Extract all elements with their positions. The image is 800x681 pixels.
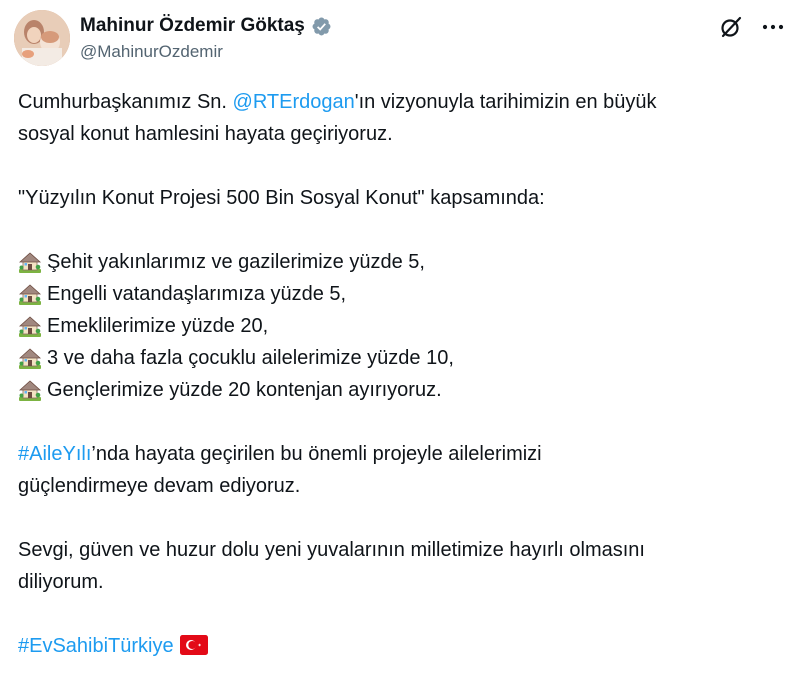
house-with-garden-icon	[18, 282, 42, 306]
author-name-row[interactable]: Mahinur Özdemir Göktaş	[80, 14, 332, 38]
paragraph-family-year: #AileYılı’nda hayata geçirilen bu önemli…	[18, 438, 788, 502]
intro-text-end: 'ın vizyonuyla tarihimizin en büyük	[354, 91, 657, 113]
list-item-text: Emeklilerimize yüzde 20,	[47, 315, 269, 337]
turkey-flag-icon	[179, 633, 208, 655]
family-year-text: ’nda hayata geçirilen bu önemli projeyle…	[91, 443, 542, 465]
list-item: Şehit yakınlarımız ve gazilerimize yüzde…	[18, 246, 788, 278]
grok-icon[interactable]	[718, 14, 744, 40]
wishes-text-line1: Sevgi, güven ve huzur dolu yeni yuvaları…	[18, 539, 645, 561]
list-item-text: Engelli vatandaşlarımıza yüzde 5,	[47, 283, 347, 305]
list-item: Gençlerimize yüzde 20 kontenjan ayırıyor…	[18, 374, 788, 406]
header-actions	[718, 14, 786, 40]
hashtag-aile-yili[interactable]: #AileYılı	[18, 443, 91, 465]
author-info: Mahinur Özdemir Göktaş @MahinurOzdemir	[80, 14, 332, 64]
author-handle[interactable]: @MahinurOzdemir	[80, 40, 332, 64]
avatar[interactable]	[14, 10, 70, 66]
paragraph-wishes: Sevgi, güven ve huzur dolu yeni yuvaları…	[18, 534, 788, 598]
list-item: 3 ve daha fazla çocuklu ailelerimize yüz…	[18, 342, 788, 374]
family-year-text-line2: güçlendirmeye devam ediyoruz.	[18, 475, 301, 497]
paragraph-scope: "Yüzyılın Konut Projesi 500 Bin Sosyal K…	[18, 187, 545, 209]
wishes-text-line2: diliyorum.	[18, 571, 104, 593]
tweet-header: Mahinur Özdemir Göktaş @MahinurOzdemir	[14, 10, 786, 70]
more-options-icon[interactable]	[760, 14, 786, 40]
list-item-text: Şehit yakınlarımız ve gazilerimize yüzde…	[47, 251, 425, 273]
list-item: Emeklilerimize yüzde 20,	[18, 310, 788, 342]
tweet-text: Cumhurbaşkanımız Sn. @RTErdogan'ın vizyo…	[18, 86, 788, 662]
list-item-text: 3 ve daha fazla çocuklu ailelerimize yüz…	[47, 347, 454, 369]
mention-link[interactable]: @RTErdogan	[233, 91, 355, 113]
tweet-card: Mahinur Özdemir Göktaş @MahinurOzdemir C…	[0, 0, 800, 681]
house-with-garden-icon	[18, 250, 42, 274]
house-with-garden-icon	[18, 346, 42, 370]
paragraph-closing-hashtag: #EvSahibiTürkiye	[18, 630, 788, 662]
house-with-garden-icon	[18, 378, 42, 402]
verified-badge-icon	[311, 16, 332, 37]
intro-text-line2: sosyal konut hamlesini hayata geçiriyoru…	[18, 123, 393, 145]
paragraph-intro: Cumhurbaşkanımız Sn. @RTErdogan'ın vizyo…	[18, 86, 788, 150]
intro-text-start: Cumhurbaşkanımız Sn.	[18, 91, 233, 113]
avatar-image	[14, 10, 70, 66]
author-display-name[interactable]: Mahinur Özdemir Göktaş	[80, 14, 305, 38]
quota-list: Şehit yakınlarımız ve gazilerimize yüzde…	[18, 246, 788, 406]
hashtag-ev-sahibi-turkiye[interactable]: #EvSahibiTürkiye	[18, 635, 174, 657]
house-with-garden-icon	[18, 314, 42, 338]
list-item: Engelli vatandaşlarımıza yüzde 5,	[18, 278, 788, 310]
list-item-text: Gençlerimize yüzde 20 kontenjan ayırıyor…	[47, 379, 442, 401]
